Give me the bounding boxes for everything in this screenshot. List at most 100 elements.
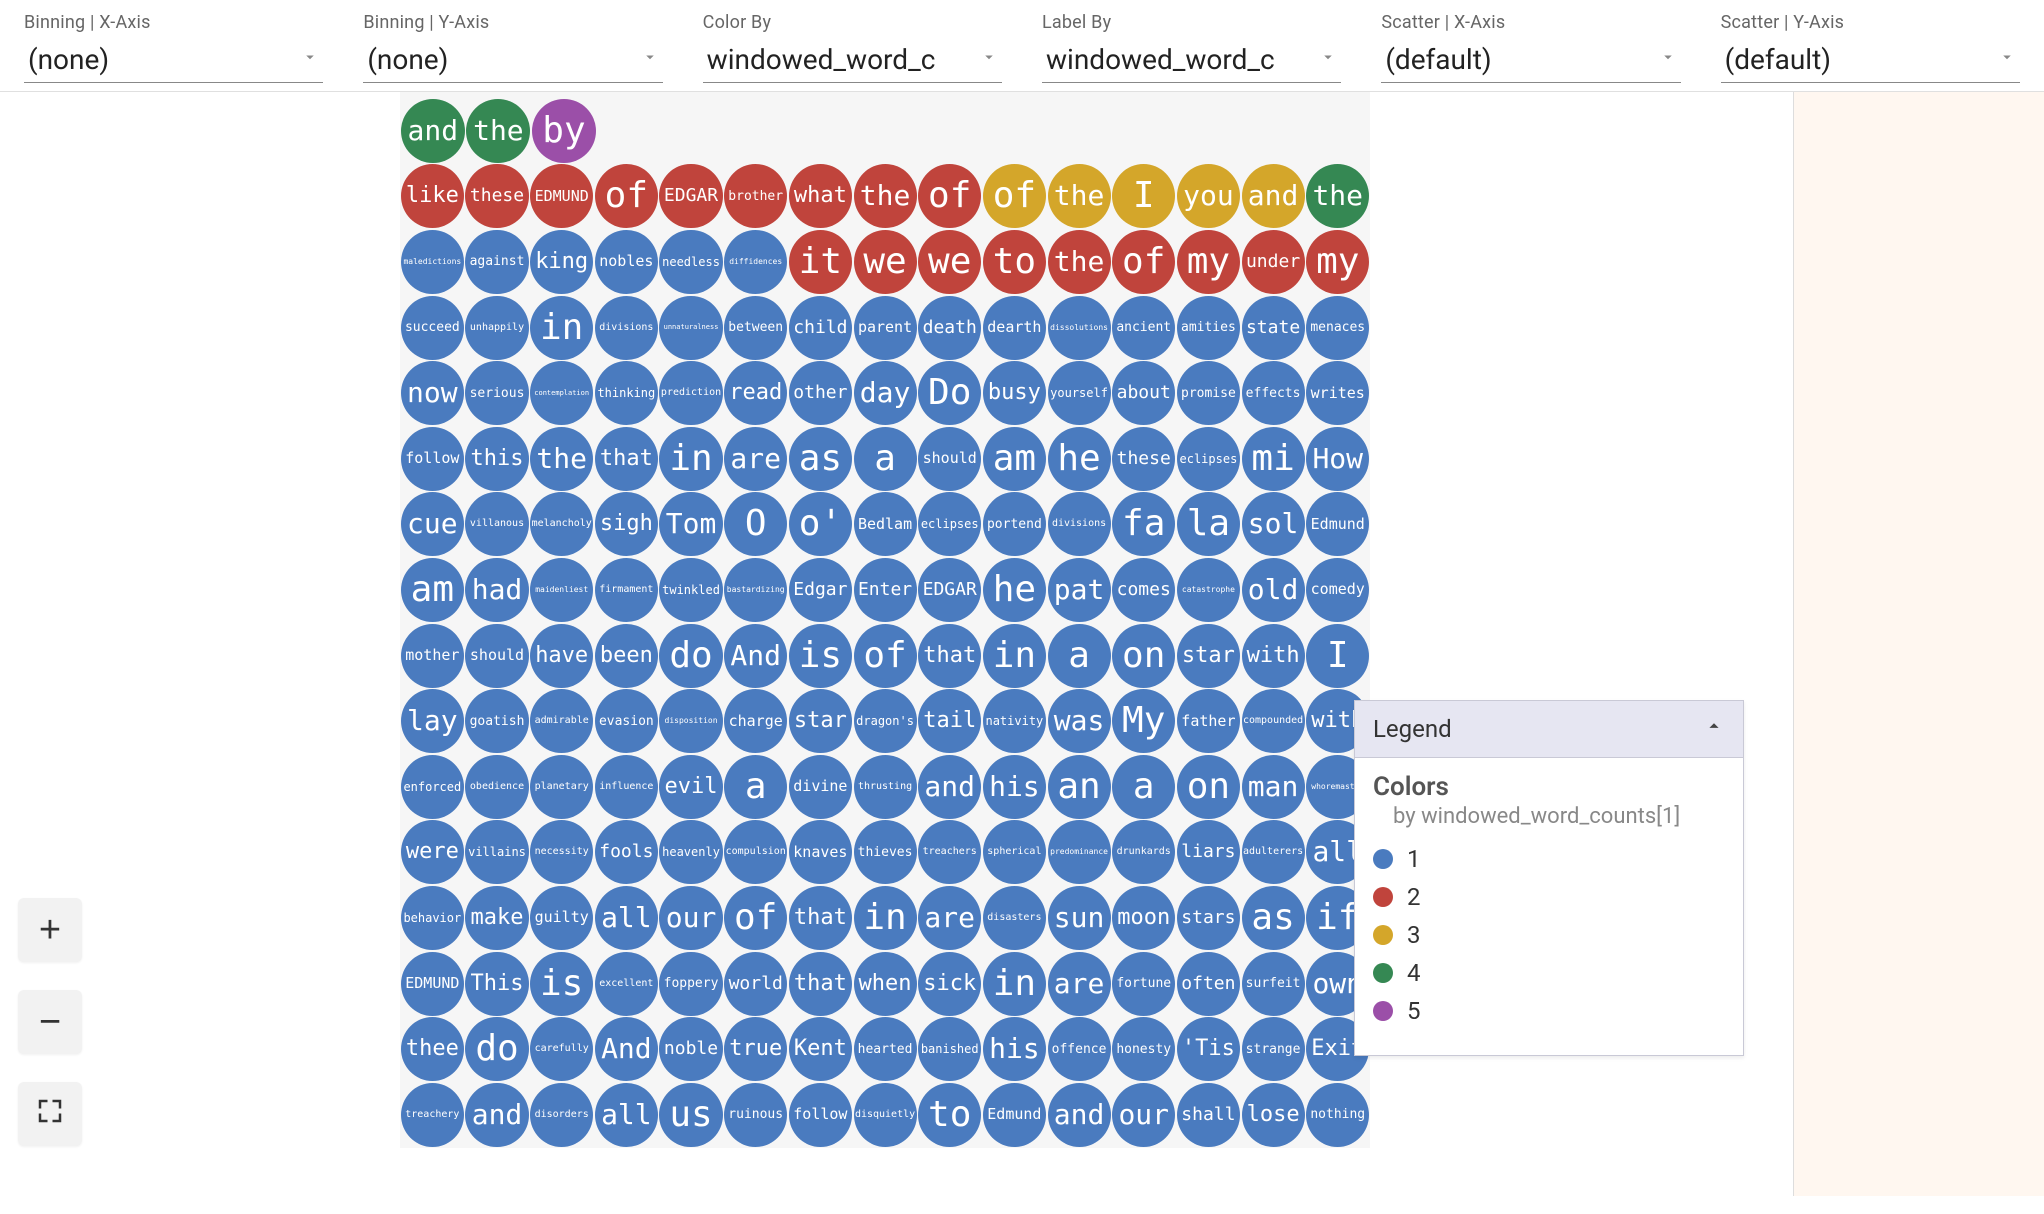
- data-bubble[interactable]: the: [466, 99, 530, 163]
- data-bubble[interactable]: child: [789, 296, 852, 360]
- data-bubble[interactable]: a: [1112, 755, 1175, 819]
- data-bubble[interactable]: sol: [1242, 492, 1305, 556]
- data-bubble[interactable]: had: [465, 558, 528, 622]
- data-bubble[interactable]: what: [789, 164, 852, 228]
- data-bubble[interactable]: 'Tis: [1177, 1017, 1240, 1081]
- data-bubble[interactable]: father: [1177, 689, 1240, 753]
- data-bubble[interactable]: thrusting: [854, 755, 917, 819]
- data-bubble[interactable]: moon: [1112, 886, 1175, 950]
- data-bubble[interactable]: maledictions: [401, 230, 464, 294]
- data-bubble[interactable]: unnaturalness: [659, 296, 722, 360]
- data-bubble[interactable]: bastardizing: [724, 558, 787, 622]
- data-bubble[interactable]: under: [1242, 230, 1305, 294]
- data-bubble[interactable]: in: [983, 952, 1046, 1016]
- data-bubble[interactable]: was: [1048, 689, 1111, 753]
- data-bubble[interactable]: disorders: [530, 1083, 593, 1147]
- data-bubble[interactable]: is: [530, 952, 593, 1016]
- data-bubble[interactable]: with: [1242, 624, 1305, 688]
- data-bubble[interactable]: this: [465, 427, 528, 491]
- data-bubble[interactable]: la: [1177, 492, 1240, 556]
- data-bubble[interactable]: Enter: [854, 558, 917, 622]
- data-bubble[interactable]: mother: [401, 624, 464, 688]
- data-bubble[interactable]: I: [1306, 624, 1369, 688]
- data-bubble[interactable]: a: [854, 427, 917, 491]
- data-bubble[interactable]: an: [1048, 755, 1111, 819]
- data-bubble[interactable]: thieves: [854, 820, 917, 884]
- data-bubble[interactable]: state: [1242, 296, 1305, 360]
- data-bubble[interactable]: old: [1242, 558, 1305, 622]
- data-bubble[interactable]: adulterers: [1242, 820, 1305, 884]
- data-bubble[interactable]: Do: [918, 361, 981, 425]
- data-bubble[interactable]: effects: [1242, 361, 1305, 425]
- data-bubble[interactable]: and: [918, 755, 981, 819]
- data-bubble[interactable]: nobles: [595, 230, 658, 294]
- data-bubble[interactable]: strange: [1242, 1017, 1305, 1081]
- data-bubble[interactable]: knaves: [789, 820, 852, 884]
- data-bubble[interactable]: amities: [1177, 296, 1240, 360]
- data-bubble[interactable]: hearted: [854, 1017, 917, 1081]
- data-bubble[interactable]: a: [724, 755, 787, 819]
- data-bubble[interactable]: thinking: [595, 361, 658, 425]
- data-bubble[interactable]: and: [1048, 1083, 1111, 1147]
- data-bubble[interactable]: divisions: [1048, 492, 1111, 556]
- data-bubble[interactable]: dissolutions: [1048, 296, 1111, 360]
- data-bubble[interactable]: yourself: [1048, 361, 1111, 425]
- data-bubble[interactable]: maidenliest: [530, 558, 593, 622]
- data-bubble[interactable]: make: [465, 886, 528, 950]
- data-bubble[interactable]: twinkled: [659, 558, 722, 622]
- data-bubble[interactable]: read: [724, 361, 787, 425]
- data-bubble[interactable]: my: [1306, 230, 1369, 294]
- data-bubble[interactable]: of: [854, 624, 917, 688]
- data-bubble[interactable]: necessity: [530, 820, 593, 884]
- data-bubble[interactable]: evasion: [595, 689, 658, 753]
- data-bubble[interactable]: our: [659, 886, 722, 950]
- data-bubble[interactable]: liars: [1177, 820, 1240, 884]
- data-bubble[interactable]: menaces: [1306, 296, 1369, 360]
- data-bubble[interactable]: Edmund: [983, 1083, 1046, 1147]
- data-bubble[interactable]: these: [465, 164, 528, 228]
- data-bubble[interactable]: man: [1242, 755, 1305, 819]
- data-bubble[interactable]: the: [1048, 230, 1111, 294]
- data-bubble[interactable]: often: [1177, 952, 1240, 1016]
- data-bubble[interactable]: noble: [659, 1017, 722, 1081]
- data-bubble[interactable]: fools: [595, 820, 658, 884]
- data-bubble[interactable]: he: [983, 558, 1046, 622]
- data-bubble[interactable]: heavenly: [659, 820, 722, 884]
- data-bubble[interactable]: catastrophe: [1177, 558, 1240, 622]
- data-bubble[interactable]: admirable: [530, 689, 593, 753]
- data-bubble[interactable]: these: [1112, 427, 1175, 491]
- data-bubble[interactable]: goatish: [465, 689, 528, 753]
- data-bubble[interactable]: star: [1177, 624, 1240, 688]
- data-bubble[interactable]: lose: [1242, 1083, 1305, 1147]
- data-bubble[interactable]: of: [1112, 230, 1175, 294]
- data-bubble[interactable]: follow: [401, 427, 464, 491]
- data-bubble[interactable]: predominance: [1048, 820, 1111, 884]
- data-bubble[interactable]: planetary: [530, 755, 593, 819]
- data-bubble[interactable]: unhappily: [465, 296, 528, 360]
- data-bubble[interactable]: all: [595, 886, 658, 950]
- data-bubble[interactable]: stars: [1177, 886, 1240, 950]
- data-bubble[interactable]: treachers: [918, 820, 981, 884]
- data-bubble[interactable]: ruinous: [724, 1083, 787, 1147]
- data-bubble[interactable]: EDGAR: [918, 558, 981, 622]
- data-bubble[interactable]: cue: [401, 492, 464, 556]
- data-bubble[interactable]: I: [1112, 164, 1175, 228]
- dropdown-select[interactable]: (default): [1721, 37, 2020, 83]
- data-bubble[interactable]: should: [918, 427, 981, 491]
- data-bubble[interactable]: my: [1177, 230, 1240, 294]
- data-bubble[interactable]: EDMUND: [530, 164, 593, 228]
- data-bubble[interactable]: fa: [1112, 492, 1175, 556]
- data-bubble[interactable]: sun: [1048, 886, 1111, 950]
- data-bubble[interactable]: treachery: [401, 1083, 464, 1147]
- data-bubble[interactable]: were: [401, 820, 464, 884]
- dropdown-select[interactable]: (none): [363, 37, 662, 83]
- data-bubble[interactable]: contemplation: [530, 361, 593, 425]
- data-bubble[interactable]: banished: [918, 1017, 981, 1081]
- data-bubble[interactable]: the: [530, 427, 593, 491]
- data-bubble[interactable]: villanous: [465, 492, 528, 556]
- data-bubble[interactable]: true: [724, 1017, 787, 1081]
- data-bubble[interactable]: charge: [724, 689, 787, 753]
- data-bubble[interactable]: busy: [983, 361, 1046, 425]
- data-bubble[interactable]: to: [983, 230, 1046, 294]
- data-bubble[interactable]: in: [659, 427, 722, 491]
